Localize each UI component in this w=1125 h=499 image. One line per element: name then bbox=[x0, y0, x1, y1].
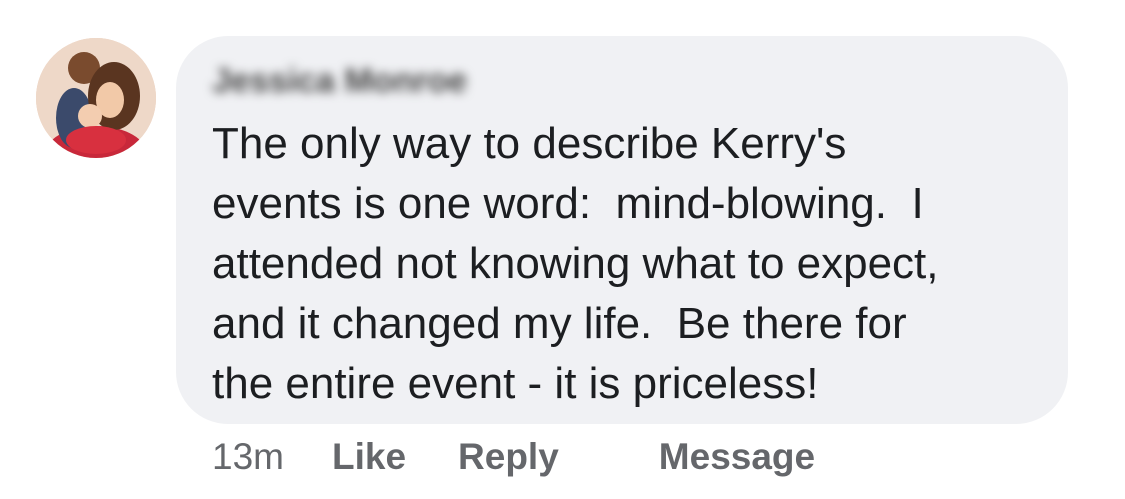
reply-button[interactable]: Reply bbox=[458, 436, 559, 478]
comment-text-line: and it changed my life. Be there for bbox=[212, 299, 907, 348]
comment-text-line: The only way to describe Kerry's bbox=[212, 119, 847, 168]
comment-text: The only way to describe Kerry's events … bbox=[212, 114, 1032, 414]
comment-bubble: Jessica Monroe The only way to describe … bbox=[176, 36, 1068, 424]
comment-actions: 13m Like Reply Message bbox=[212, 432, 815, 482]
comment: Jessica Monroe The only way to describe … bbox=[0, 0, 1125, 499]
comment-text-line: events is one word: mind-blowing. I bbox=[212, 179, 924, 228]
timestamp[interactable]: 13m bbox=[212, 436, 284, 478]
comment-text-line: attended not knowing what to expect, bbox=[212, 239, 939, 288]
message-button[interactable]: Message bbox=[659, 436, 815, 478]
author-name[interactable]: Jessica Monroe bbox=[212, 58, 1032, 104]
comment-text-line: the entire event - it is priceless! bbox=[212, 359, 819, 408]
like-button[interactable]: Like bbox=[332, 436, 406, 478]
profile-photo-icon bbox=[36, 38, 156, 158]
avatar[interactable] bbox=[36, 38, 156, 158]
